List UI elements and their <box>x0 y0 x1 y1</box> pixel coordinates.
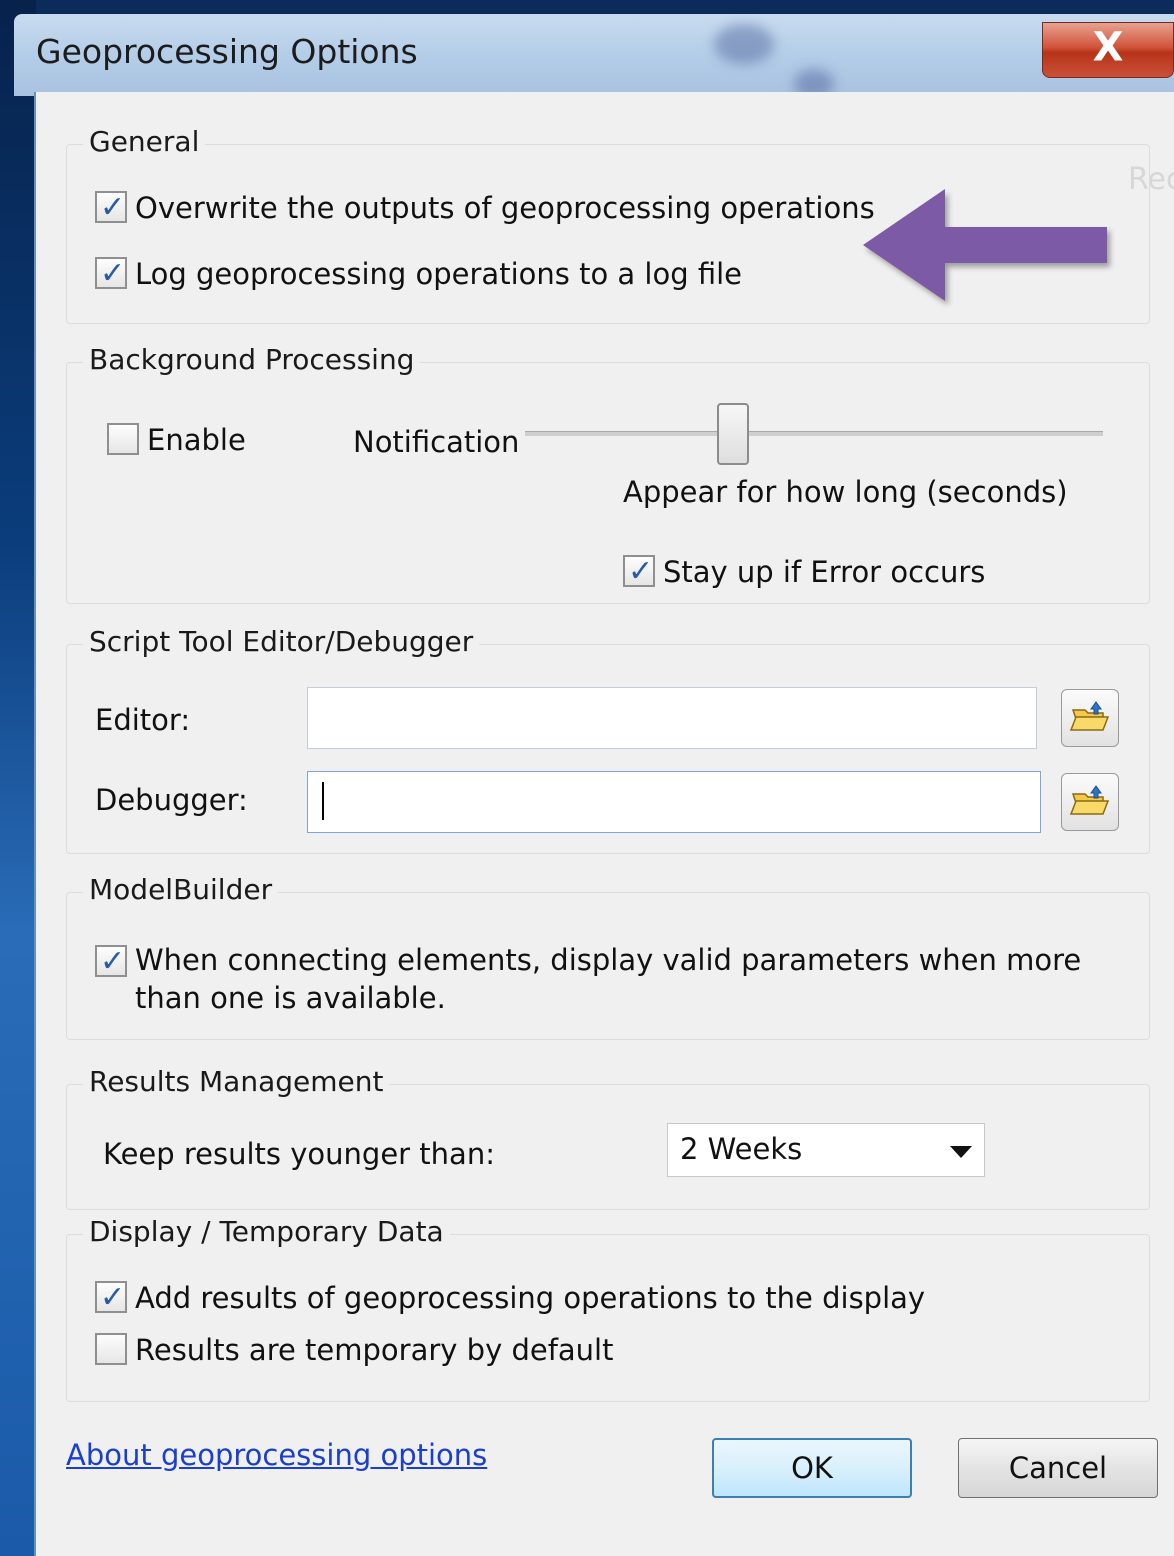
close-button[interactable]: X <box>1042 22 1174 78</box>
script-tool-group: Script Tool Editor/Debugger Editor: Debu… <box>66 625 1150 854</box>
keep-results-value: 2 Weeks <box>680 1132 803 1166</box>
editor-browse-button[interactable] <box>1061 689 1119 747</box>
temporary-results-checkbox[interactable] <box>95 1333 127 1365</box>
overwrite-outputs-label: Overwrite the outputs of geoprocessing o… <box>135 191 875 225</box>
overwrite-outputs-checkbox[interactable]: ✓ <box>95 190 127 225</box>
text-caret <box>322 782 324 820</box>
general-group: General ✓ Overwrite the outputs of geopr… <box>66 125 1150 324</box>
open-folder-icon <box>1069 785 1110 815</box>
editor-label: Editor: <box>95 703 191 737</box>
enable-background-option[interactable]: Enable <box>107 423 246 457</box>
keep-results-dropdown[interactable]: 2 Weeks <box>667 1123 985 1177</box>
enable-background-checkbox[interactable] <box>107 423 139 455</box>
titlebar-glass-blob <box>714 24 774 64</box>
chevron-down-icon <box>950 1146 972 1158</box>
results-management-group-label: Results Management <box>83 1065 390 1098</box>
add-results-option[interactable]: ✓ Add results of geoprocessing operation… <box>95 1280 926 1315</box>
keep-results-label: Keep results younger than: <box>103 1137 495 1171</box>
check-icon: ✓ <box>628 554 654 589</box>
stay-up-on-error-option[interactable]: ✓ Stay up if Error occurs <box>623 554 986 589</box>
notification-slider-track[interactable] <box>525 431 1103 436</box>
about-geoprocessing-link[interactable]: About geoprocessing options <box>66 1438 487 1472</box>
overwrite-outputs-option[interactable]: ✓ Overwrite the outputs of geoprocessing… <box>95 190 875 225</box>
background-processing-group-label: Background Processing <box>83 343 421 376</box>
check-icon: ✓ <box>100 1280 126 1315</box>
stay-up-on-error-checkbox[interactable]: ✓ <box>623 554 655 589</box>
open-folder-icon <box>1069 701 1110 731</box>
display-temporary-group: Display / Temporary Data ✓ Add results o… <box>66 1215 1150 1402</box>
check-icon: ✓ <box>100 190 126 225</box>
temporary-results-option[interactable]: Results are temporary by default <box>95 1333 614 1367</box>
desktop-background <box>0 0 36 1556</box>
temporary-results-label: Results are temporary by default <box>135 1333 614 1367</box>
editor-input[interactable] <box>307 687 1037 749</box>
debugger-browse-button[interactable] <box>1061 773 1119 831</box>
check-icon: ✓ <box>100 256 126 291</box>
log-operations-option[interactable]: ✓ Log geoprocessing operations to a log … <box>95 256 742 291</box>
valid-parameters-label: When connecting elements, display valid … <box>135 943 1082 1015</box>
enable-background-label: Enable <box>147 423 246 457</box>
modelbuilder-group-label: ModelBuilder <box>83 873 279 906</box>
results-management-group: Results Management Keep results younger … <box>66 1065 1150 1210</box>
background-processing-group: Background Processing Enable Notificatio… <box>66 343 1150 604</box>
stay-up-on-error-label: Stay up if Error occurs <box>663 555 986 589</box>
cancel-button[interactable]: Cancel <box>958 1438 1158 1498</box>
notification-slider-thumb[interactable] <box>717 403 750 465</box>
annotation-arrow-icon <box>863 189 1107 301</box>
ok-button[interactable]: OK <box>712 1438 912 1498</box>
window-title: Geoprocessing Options <box>36 32 418 71</box>
appear-duration-label: Appear for how long (seconds) <box>623 475 1068 509</box>
close-icon: X <box>1092 24 1124 71</box>
notification-label: Notification <box>353 425 520 459</box>
log-operations-checkbox[interactable]: ✓ <box>95 256 127 291</box>
add-results-checkbox[interactable]: ✓ <box>95 1280 127 1315</box>
general-group-label: General <box>83 125 206 158</box>
debugger-label: Debugger: <box>95 783 248 817</box>
valid-parameters-checkbox[interactable]: ✓ <box>95 944 127 979</box>
display-temporary-group-label: Display / Temporary Data <box>83 1215 450 1248</box>
valid-parameters-option[interactable]: ✓ When connecting elements, display vali… <box>95 941 1135 1017</box>
check-icon: ✓ <box>100 944 126 979</box>
log-operations-label: Log geoprocessing operations to a log fi… <box>135 257 742 291</box>
add-results-label: Add results of geoprocessing operations … <box>135 1281 926 1315</box>
title-bar[interactable]: Geoprocessing Options X <box>14 14 1174 99</box>
script-tool-group-label: Script Tool Editor/Debugger <box>83 625 480 658</box>
dialog-client-area: Rec General ✓ Overwrite the outputs of g… <box>34 92 1174 1556</box>
debugger-input[interactable] <box>307 771 1041 833</box>
modelbuilder-group: ModelBuilder ✓ When connecting elements,… <box>66 873 1150 1040</box>
